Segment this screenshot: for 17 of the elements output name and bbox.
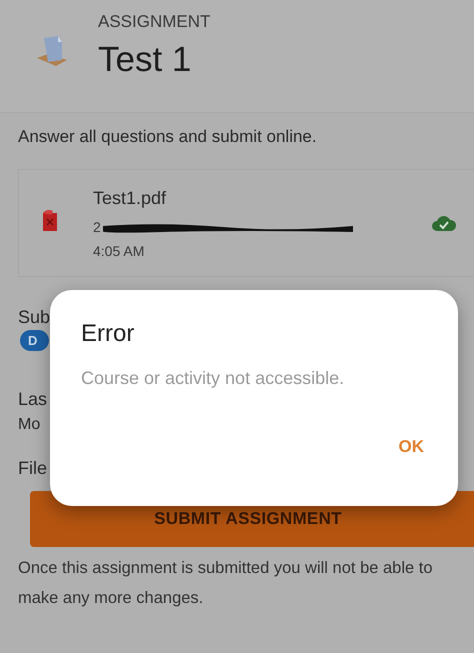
file-time: 4:05 AM (93, 242, 146, 258)
section-value: Mo (17, 416, 42, 434)
activity-type-label: ASSIGNMENT (98, 12, 210, 32)
ok-button[interactable]: OK (394, 433, 428, 461)
section-label: Las (17, 389, 48, 410)
dialog-message: Course or activity not accessible. (81, 368, 346, 389)
cloud-check-icon (432, 214, 456, 232)
file-name: Test1.pdf (93, 188, 168, 208)
assignment-title: Test 1 (98, 40, 192, 80)
assignment-description: Answer all questions and submit online. (17, 126, 318, 147)
file-date: 2 (93, 218, 101, 234)
dialog-title: Error (81, 320, 136, 348)
status-badge: D (20, 330, 50, 351)
section-label: File (17, 458, 48, 479)
submit-note: Once this assignment is submitted you will not be able to make any more changes. (17, 558, 434, 609)
file-card[interactable]: Test1.pdf 2 4:05 AM (18, 169, 474, 277)
section-label: Sub (17, 307, 52, 328)
